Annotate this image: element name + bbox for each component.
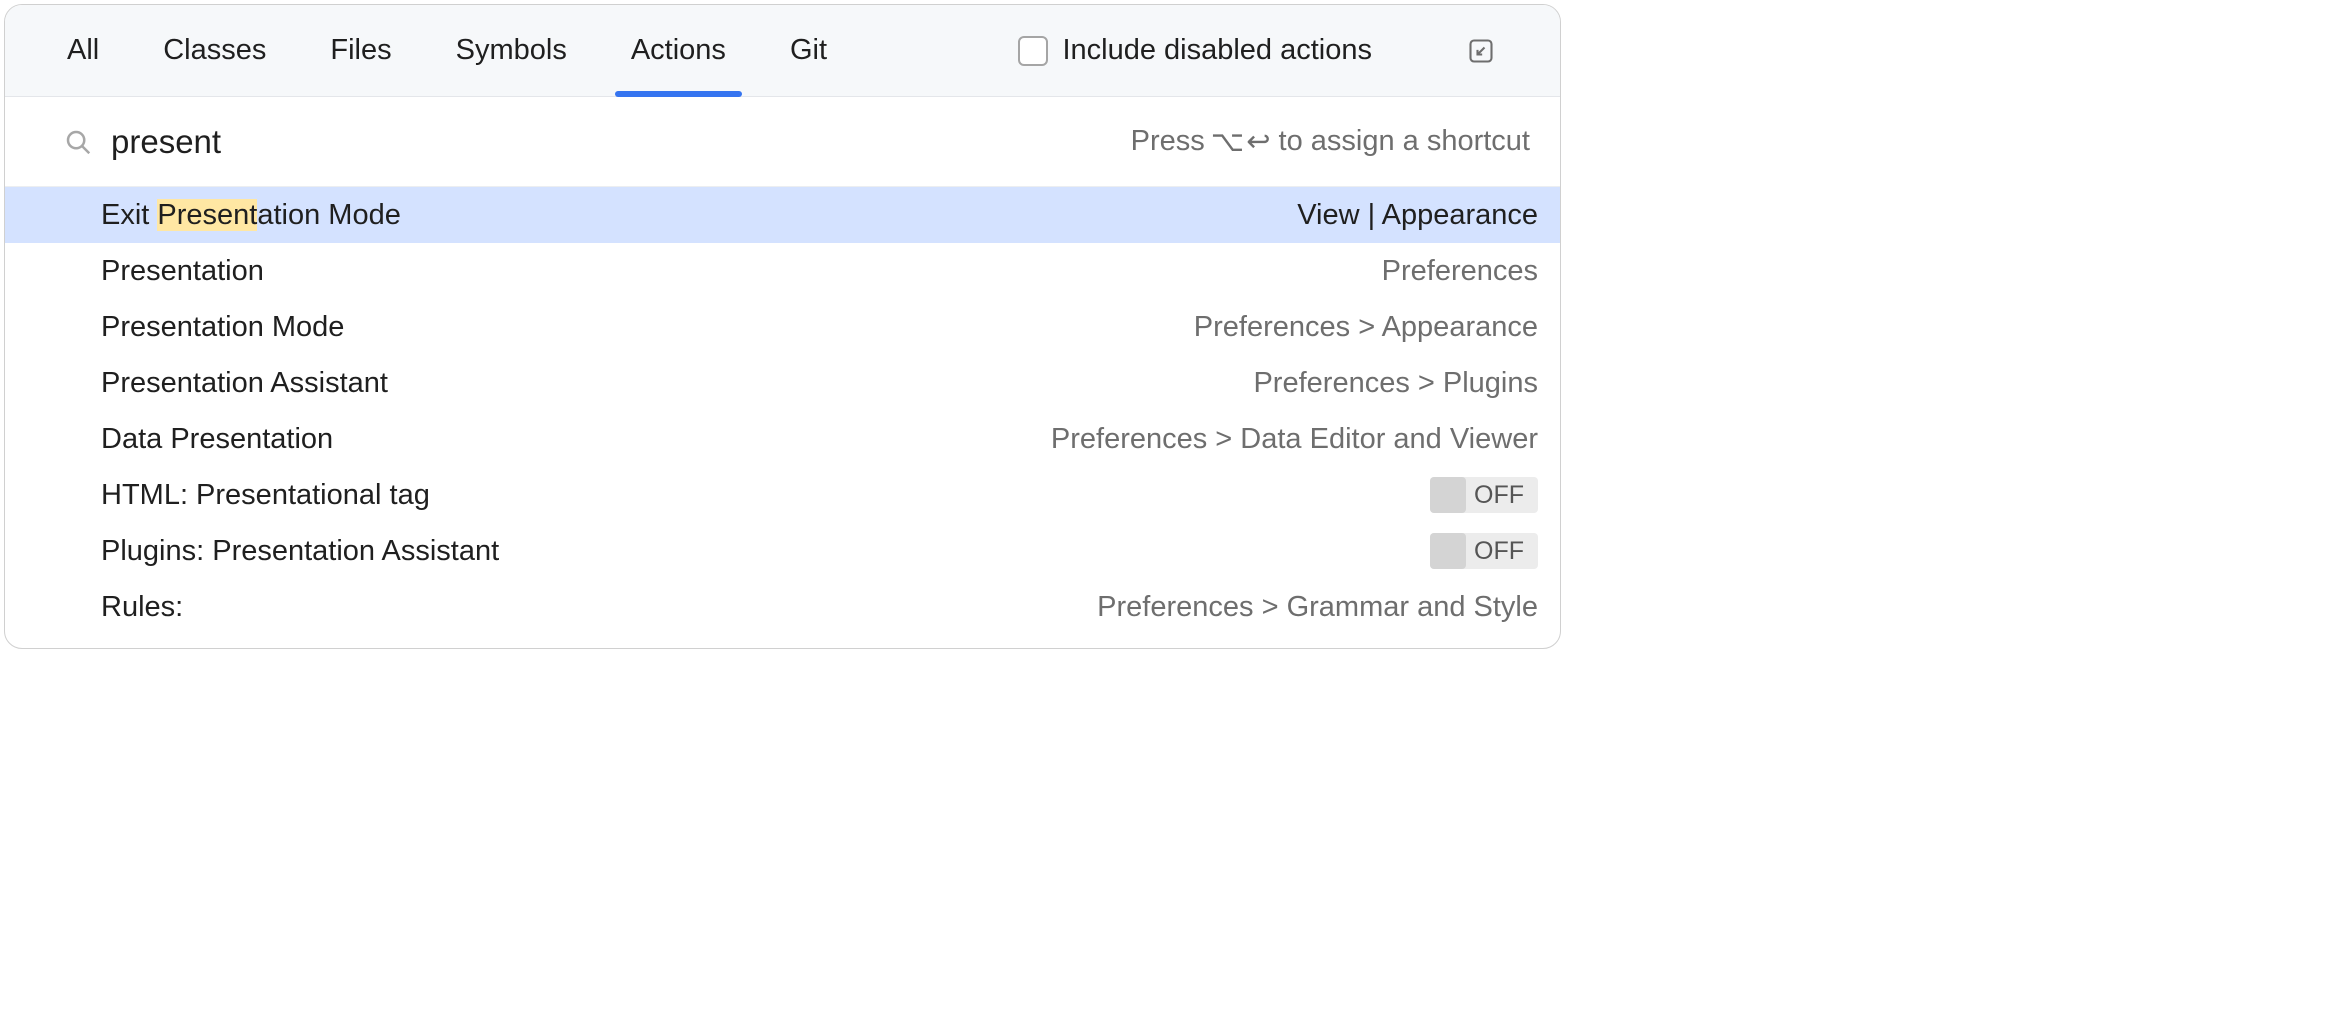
search-row: Press ⌥↩ to assign a shortcut — [5, 97, 1560, 187]
result-item[interactable]: Data Presentation Preferences > Data Edi… — [5, 411, 1560, 467]
tab-symbols[interactable]: Symbols — [456, 5, 567, 96]
include-disabled-checkbox[interactable]: Include disabled actions — [1018, 34, 1372, 67]
result-context: Preferences > Appearance — [1194, 311, 1538, 344]
checkbox-icon — [1018, 36, 1048, 66]
result-label: Data Presentation — [101, 423, 1051, 456]
result-label: Plugins: Presentation Assistant — [101, 535, 1430, 568]
result-label: Presentation — [101, 255, 1382, 288]
toggle-switch[interactable]: OFF — [1430, 477, 1538, 513]
pin-window-icon[interactable] — [1464, 34, 1498, 68]
result-item[interactable]: Plugins: Presentation Assistant OFF — [5, 523, 1560, 579]
toggle-handle-icon — [1430, 477, 1466, 513]
tab-git[interactable]: Git — [790, 5, 827, 96]
tab-files[interactable]: Files — [330, 5, 391, 96]
result-item[interactable]: HTML: Presentational tag OFF — [5, 467, 1560, 523]
result-item[interactable]: Presentation Mode Preferences > Appearan… — [5, 299, 1560, 355]
search-everywhere-window: All Classes Files Symbols Actions Git In… — [4, 4, 1561, 649]
result-context: Preferences > Grammar and Style — [1097, 591, 1538, 624]
result-item[interactable]: Exit Presentation Mode View | Appearance — [5, 187, 1560, 243]
result-item[interactable]: Rules: Preferences > Grammar and Style — [5, 579, 1560, 635]
tab-classes[interactable]: Classes — [163, 5, 266, 96]
result-context: Preferences > Data Editor and Viewer — [1051, 423, 1538, 456]
result-item[interactable]: Presentation Preferences — [5, 243, 1560, 299]
toggle-switch[interactable]: OFF — [1430, 533, 1538, 569]
result-label: HTML: Presentational tag — [101, 479, 1430, 512]
result-label: Presentation Mode — [101, 311, 1194, 344]
results-list: Exit Presentation Mode View | Appearance… — [5, 187, 1560, 635]
result-context: Preferences > Plugins — [1253, 367, 1538, 400]
toggle-handle-icon — [1430, 533, 1466, 569]
include-disabled-label: Include disabled actions — [1062, 34, 1372, 67]
result-label: Presentation Assistant — [101, 367, 1253, 400]
tab-all[interactable]: All — [67, 5, 99, 96]
search-icon — [63, 127, 93, 157]
tabs-bar: All Classes Files Symbols Actions Git In… — [5, 5, 1560, 97]
result-item[interactable]: Presentation Assistant Preferences > Plu… — [5, 355, 1560, 411]
result-label: Exit Presentation Mode — [101, 199, 1297, 232]
result-context: View | Appearance — [1297, 199, 1538, 232]
result-context: Preferences — [1382, 255, 1538, 288]
tab-actions[interactable]: Actions — [631, 5, 726, 96]
search-input[interactable] — [111, 123, 1113, 161]
result-label: Rules: — [101, 591, 1097, 624]
shortcut-hint: Press ⌥↩ to assign a shortcut — [1131, 124, 1530, 159]
